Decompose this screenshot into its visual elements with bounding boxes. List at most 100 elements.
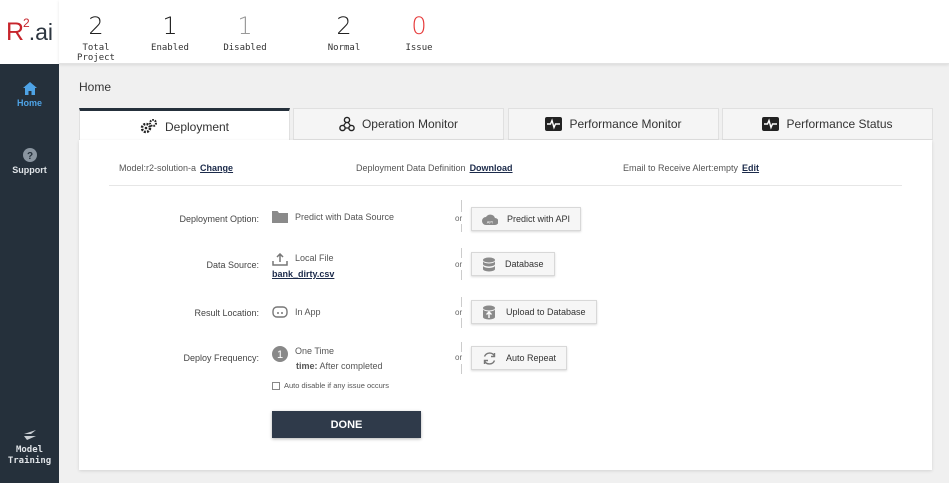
model-info: Model:r2-solution-a Change (119, 163, 233, 173)
divider (461, 270, 462, 280)
stat-enabled[interactable]: 1 Enabled (135, 12, 205, 53)
data-source-current[interactable]: Local File (272, 253, 334, 266)
svg-text:?: ? (26, 151, 32, 162)
checkbox[interactable] (272, 381, 280, 390)
sidebar-item-label: Home (16, 98, 42, 108)
refresh-icon (483, 351, 496, 365)
auto-repeat-button[interactable]: Auto Repeat (471, 346, 568, 370)
frequency-badge-value: 1 (277, 349, 283, 361)
divider (461, 248, 462, 258)
button-label: Upload to Database (506, 307, 586, 317)
deploy-frequency-current[interactable]: 1 One Time (272, 346, 334, 362)
time-value: After completed (319, 361, 383, 371)
hard-drive-icon (272, 306, 288, 318)
logo-suffix: .ai (28, 18, 54, 45)
stat-value: 0 (411, 12, 427, 40)
model-training-icon (23, 430, 36, 440)
stat-label: Disabled (223, 43, 267, 53)
divider (461, 200, 462, 212)
tab-performance-status[interactable]: Performance Status (722, 108, 933, 140)
option-value: Local File (295, 253, 334, 263)
database-upload-icon (483, 305, 495, 319)
divider (461, 224, 462, 232)
sidebar-item-support[interactable]: ? Support (0, 148, 59, 175)
home-icon (22, 82, 37, 95)
time-label: time: (296, 361, 318, 371)
data-source-file-link[interactable]: bank_dirty.csv (272, 269, 334, 279)
sidebar-item-home[interactable]: Home (0, 82, 59, 108)
divider (461, 364, 462, 374)
stat-value: 2 (88, 12, 104, 40)
tab-label: Deployment (164, 119, 230, 134)
logo[interactable]: R2 .ai (0, 0, 59, 64)
divider (109, 185, 902, 186)
svg-text:API: API (487, 219, 493, 224)
tab-deployment[interactable]: Deployment (79, 108, 290, 142)
download-definition-link[interactable]: Download (470, 163, 513, 173)
sidebar-item-label: Model (15, 445, 44, 455)
sidebar-item-label: Support (12, 165, 47, 175)
checkbox-label: Auto disable if any issue occurs (284, 381, 390, 390)
stat-total-project[interactable]: 2 Total Project (61, 12, 131, 63)
sidebar-item-label: Training (7, 456, 52, 466)
stat-label: Normal (327, 43, 361, 53)
frequency-time: time: After completed (296, 361, 383, 371)
button-label: Auto Repeat (506, 353, 557, 363)
number-one-icon: 1 (272, 346, 288, 362)
gears-icon (140, 119, 157, 134)
divider (461, 342, 462, 352)
tab-operation-monitor[interactable]: Operation Monitor (293, 108, 504, 140)
button-label: Predict with API (507, 214, 571, 224)
or-separator: or (455, 260, 463, 269)
stat-normal[interactable]: 2 Normal (309, 12, 379, 53)
divider (461, 318, 462, 328)
stat-value: 2 (336, 12, 352, 40)
stat-label: Total Project (77, 43, 115, 63)
edit-email-link[interactable]: Edit (742, 163, 759, 173)
breadcrumb[interactable]: Home (79, 80, 111, 94)
tab-label: Performance Status (786, 117, 893, 131)
stat-disabled[interactable]: 1 Disabled (210, 12, 280, 53)
email-label: Email to Receive Alert:empty (623, 163, 739, 173)
result-location-label: Result Location: (194, 308, 259, 318)
button-label: Database (505, 259, 544, 269)
data-source-label: Data Source: (206, 260, 259, 270)
upload-to-database-button[interactable]: Upload to Database (471, 300, 597, 324)
change-model-link[interactable]: Change (200, 163, 233, 173)
or-separator: or (455, 308, 463, 317)
option-value: In App (295, 307, 321, 317)
definition-info: Deployment Data Definition Download (356, 163, 513, 173)
upload-file-icon (272, 253, 288, 266)
sidebar-item-model-training[interactable]: Model Training (0, 428, 59, 467)
pulse-icon (762, 117, 780, 131)
stat-label: Issue (405, 43, 433, 53)
stat-value: 1 (237, 12, 253, 40)
pulse-icon (545, 117, 563, 131)
result-location-current[interactable]: In App (272, 305, 321, 319)
network-icon (339, 116, 355, 132)
option-value: One Time (295, 346, 335, 356)
or-separator: or (455, 214, 463, 223)
email-info: Email to Receive Alert:empty Edit (623, 163, 759, 173)
database-button[interactable]: Database (471, 252, 555, 276)
predict-with-api-button[interactable]: API Predict with API (471, 207, 582, 231)
auto-disable-checkbox[interactable]: Auto disable if any issue occurs (272, 381, 389, 390)
divider (461, 297, 462, 307)
model-name: Model:r2-solution-a (119, 163, 197, 173)
stats-bar: 2 Total Project 1 Enabled 1 Disabled 2 N… (59, 0, 949, 64)
option-value: Predict with Data Source (295, 211, 395, 222)
tab-label: Performance Monitor (569, 117, 682, 131)
database-icon (483, 257, 495, 271)
or-separator: or (455, 353, 463, 362)
deployment-panel: Model:r2-solution-a Change Deployment Dat… (79, 140, 932, 470)
sidebar: R2 .ai Home ? Support Model Training (0, 0, 59, 483)
folder-icon (272, 211, 288, 223)
deploy-frequency-label: Deploy Frequency: (183, 353, 259, 363)
logo-brand: R2 (5, 16, 30, 46)
deployment-option-current[interactable]: Predict with Data Source (272, 210, 394, 223)
stat-issue[interactable]: 0 Issue (384, 12, 454, 53)
done-button[interactable]: DONE (272, 411, 421, 438)
tab-performance-monitor[interactable]: Performance Monitor (508, 108, 719, 140)
help-icon: ? (22, 148, 37, 162)
cloud-api-icon: API (482, 214, 498, 225)
